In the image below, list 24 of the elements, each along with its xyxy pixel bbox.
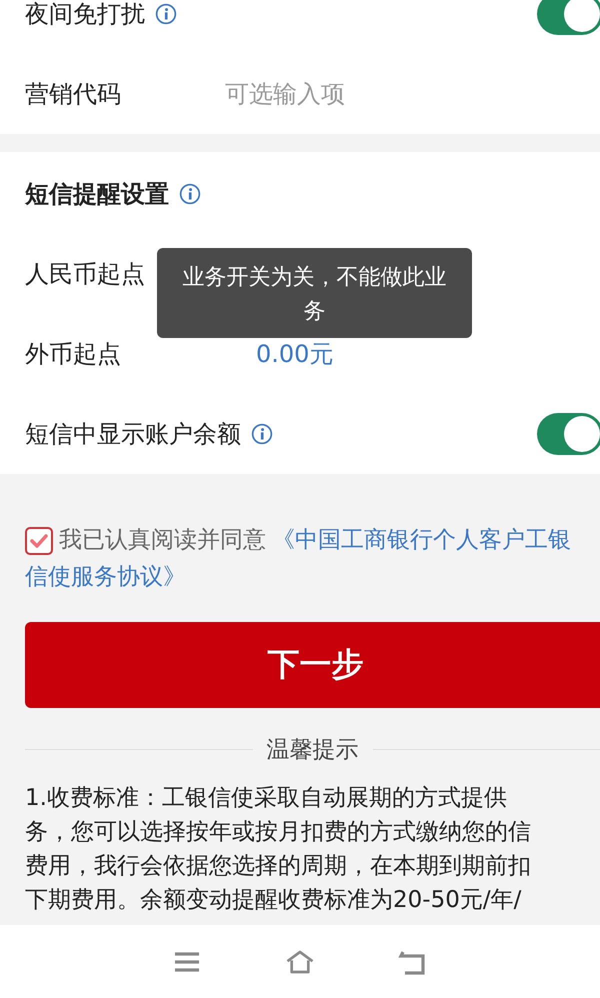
- setting-label: 短信中显示账户余额: [25, 419, 241, 450]
- tips-text: 费用，我行会依据您选择的周期，在本期到期前扣: [25, 852, 531, 881]
- input-field[interactable]: 可选输入项: [223, 79, 467, 109]
- toggle-switch[interactable]: [537, 0, 600, 35]
- tips-text: 1.收费标准：工银信使采取自动展期的方式提供: [25, 784, 507, 813]
- info-icon[interactable]: [251, 423, 273, 445]
- info-icon[interactable]: [179, 183, 201, 205]
- toggle-switch[interactable]: [537, 413, 600, 455]
- amount-value[interactable]: 0.00元: [256, 338, 334, 370]
- section-title: 短信提醒设置: [25, 179, 169, 210]
- toast-message: 业务开关为关，不能做此业务: [157, 248, 472, 338]
- setting-label: 人民币起点: [25, 259, 145, 290]
- next-button[interactable]: 下一步: [25, 622, 600, 708]
- setting-label: 营销代码: [25, 79, 121, 110]
- info-icon[interactable]: [155, 3, 177, 25]
- tips-text: 务，您可以选择按年或按月扣费的方式缴纳您的信: [25, 818, 531, 847]
- tips-text: 下期费用。余额变动提醒收费标准为20-50元/年/: [25, 886, 522, 915]
- setting-label: 夜间免打扰: [25, 0, 145, 30]
- agreement-link[interactable]: 《中国工商银行个人客户工银: [272, 522, 571, 559]
- agreement-link[interactable]: 信使服务协议》: [25, 559, 186, 596]
- agreement-text: 我已认真阅读并同意: [59, 526, 266, 555]
- tips-title: 温馨提示: [266, 736, 358, 765]
- setting-label: 外币起点: [25, 339, 121, 370]
- checkbox[interactable]: [25, 527, 53, 555]
